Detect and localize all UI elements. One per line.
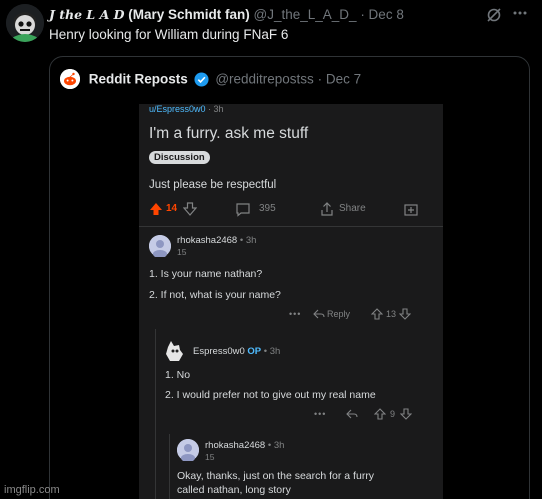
comment-avatar — [163, 339, 187, 363]
post-meta: u/Espress0w0 · 3h — [149, 104, 224, 114]
comment-line: 2. If not, what is your name? — [149, 289, 281, 301]
comment-vote-count: 9 — [390, 409, 396, 419]
downvote-icon — [398, 307, 412, 325]
reply-label: Reply — [327, 309, 351, 319]
downvote-icon — [399, 407, 413, 425]
comment-user: rhokasha2468 • 3h — [177, 235, 256, 246]
thread-line — [169, 434, 170, 499]
author-avatar[interactable] — [6, 4, 44, 42]
comment-line: 1. No — [165, 369, 191, 381]
comment-vote-count: 13 — [386, 309, 397, 319]
share-label: Share — [339, 203, 366, 214]
imgflip-watermark: imgflip.com — [4, 484, 60, 496]
downvote-icon — [182, 200, 198, 218]
post-vote-count: 14 — [166, 203, 178, 214]
verified-badge-icon — [194, 72, 209, 87]
author-name[interactable]: J the L A D (Mary Schmidt fan) — [49, 7, 254, 22]
post-flair: Discussion — [149, 151, 210, 164]
comment-actions: ••• 9 — [314, 407, 439, 421]
comment-username: rhokasha2468 — [205, 440, 266, 451]
comment-line: 2. I would prefer not to give out my rea… — [165, 389, 376, 401]
op-badge: OP — [247, 346, 262, 357]
quote-date[interactable]: · Dec 7 — [318, 71, 362, 86]
share-icon — [319, 200, 335, 218]
post-actions: 14 395 Share — [149, 200, 439, 218]
post-title: I'm a furry. ask me stuff — [149, 125, 309, 142]
quote-avatar[interactable] — [60, 69, 80, 90]
reddit-screenshot[interactable]: u/Espress0w0 · 3h I'm a furry. ask me st… — [139, 104, 443, 499]
comment-line: 1. Is your name nathan? — [149, 268, 263, 280]
post-divider — [139, 226, 443, 227]
tweet: J the L A D (Mary Schmidt fan) @J_the_L_… — [0, 0, 542, 499]
upvote-icon — [149, 200, 163, 218]
comment-line: Okay, thanks, just on the search for a f… — [177, 470, 375, 482]
reply-icon — [313, 307, 325, 325]
more-dots-icon: ••• — [314, 409, 327, 419]
post-comment-count: 395 — [259, 203, 276, 214]
quote-header: Reddit Reposts @redditrepostss · Dec 7 — [60, 68, 361, 90]
comment-user: rhokasha2468 • 3h — [205, 440, 284, 451]
post-body: Just please be respectful — [149, 179, 277, 191]
comment-avatar — [149, 235, 171, 258]
comment-avatar — [177, 439, 199, 462]
reply-icon — [346, 407, 358, 425]
comment-time: • 3h — [263, 346, 281, 357]
quote-handle[interactable]: @redditrepostss — [215, 71, 314, 86]
quote-author-name[interactable]: Reddit Reposts — [89, 71, 188, 86]
tweet-text: Henry looking for William during FNaF 6 — [49, 27, 289, 42]
award-icon — [403, 200, 419, 218]
quote-tweet-card[interactable]: Reddit Reposts @redditrepostss · Dec 7 u… — [49, 56, 530, 499]
author-handle[interactable]: @J_the_L_A_D_ — [254, 7, 357, 22]
comment-actions: ••• Reply 13 — [289, 307, 439, 321]
post-time: · 3h — [208, 104, 224, 114]
post-author: u/Espress0w0 — [149, 104, 206, 114]
thread-line — [155, 329, 156, 499]
comment-user: Espress0w0 OP • 3h — [193, 346, 280, 357]
more-icon[interactable] — [512, 5, 528, 21]
comment-icon — [235, 200, 251, 218]
comment-time: • 3h — [239, 235, 257, 246]
tweet-header: J the L A D (Mary Schmidt fan) @J_the_L_… — [49, 6, 534, 24]
comment-sub: 15 — [177, 247, 187, 257]
comment-line: called nathan, long story — [177, 484, 291, 496]
comment-username: Espress0w0 — [193, 346, 245, 357]
author-name-styled: J the L A D — [49, 7, 125, 22]
upvote-icon — [370, 307, 384, 325]
comment-time: • 3h — [267, 440, 285, 451]
comment-username: rhokasha2468 — [177, 235, 238, 246]
author-name-suffix: (Mary Schmidt fan) — [128, 7, 250, 22]
comment-sub: 15 — [205, 452, 215, 462]
more-dots-icon: ••• — [289, 309, 302, 319]
upvote-icon — [373, 407, 387, 425]
grok-icon[interactable] — [486, 7, 502, 23]
tweet-date[interactable]: · Dec 8 — [360, 7, 404, 22]
